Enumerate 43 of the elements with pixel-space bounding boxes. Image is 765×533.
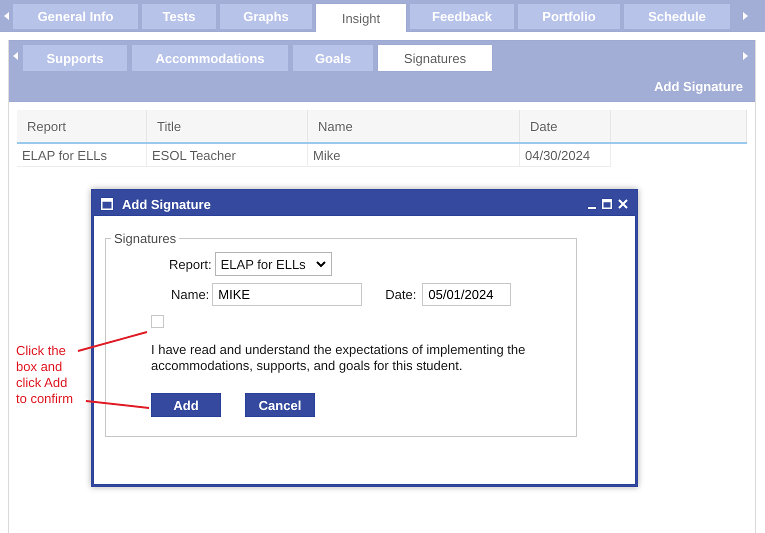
table-cell: 04/30/2024: [520, 143, 610, 166]
add-signature-link[interactable]: Add Signature: [654, 79, 743, 94]
tab[interactable]: Supports: [23, 45, 127, 71]
column-header: Report: [17, 110, 146, 143]
group-label: Signatures: [113, 231, 178, 246]
name-field[interactable]: MIKE: [212, 283, 362, 306]
date-label: Date:: [385, 287, 416, 302]
table-cell: ESOL Teacher: [146, 143, 308, 166]
table-cell: ELAP for ELLs: [17, 143, 146, 166]
date-field[interactable]: 05/01/2024: [422, 283, 512, 306]
scroll-right-icon[interactable]: [742, 52, 748, 60]
column-header: Title: [146, 110, 308, 143]
maximize-icon[interactable]: [602, 199, 612, 209]
scroll-left-icon[interactable]: [13, 52, 19, 60]
tab[interactable]: Goals: [293, 45, 373, 71]
name-label: Name:: [171, 287, 210, 302]
window-icon: [101, 198, 113, 210]
report-label: Report:: [169, 256, 212, 272]
tab[interactable]: Insight: [316, 4, 406, 32]
agree-checkbox[interactable]: [151, 315, 164, 328]
instruction-note: Click the box and click Add to confirm: [16, 343, 74, 407]
tab[interactable]: Feedback: [410, 4, 514, 29]
close-icon[interactable]: [618, 199, 628, 209]
tab[interactable]: General Info: [13, 4, 138, 29]
cancel-button[interactable]: Cancel: [245, 393, 315, 417]
report-dropdown[interactable]: ELAP for ELLs: [214, 252, 332, 276]
tab[interactable]: Accommodations: [132, 45, 288, 71]
scroll-left-icon[interactable]: [4, 12, 10, 20]
column-header: Date: [520, 110, 610, 143]
table-cell: Mike: [308, 143, 520, 166]
agreement-statement: I have read and understand the expectations of implementing the accommodations, supports, and goals for this student.: [151, 342, 526, 374]
leader-line: [86, 400, 150, 409]
chevron-down-icon: [316, 260, 326, 268]
tab[interactable]: Tests: [142, 4, 216, 29]
scroll-right-icon[interactable]: [742, 12, 748, 20]
column-header: Name: [308, 110, 520, 143]
leader-line: [78, 331, 148, 352]
add-button[interactable]: Add: [151, 393, 221, 417]
tab[interactable]: Portfolio: [518, 4, 620, 29]
tab[interactable]: Graphs: [220, 4, 312, 29]
dialog-title: Add Signature: [122, 196, 212, 212]
tab[interactable]: Schedule: [624, 4, 730, 29]
tab[interactable]: Signatures: [378, 45, 492, 71]
